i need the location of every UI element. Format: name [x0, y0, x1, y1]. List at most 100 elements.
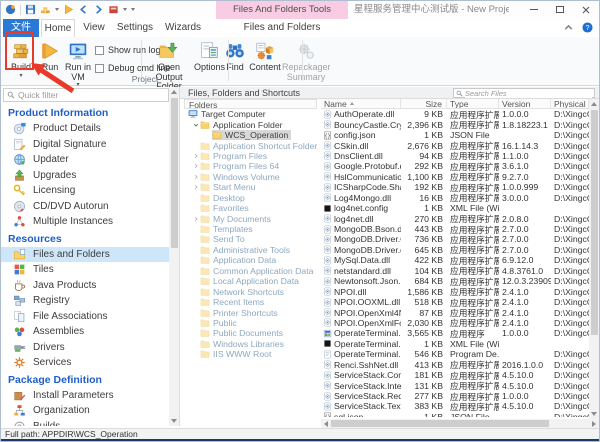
qat-customize-icon[interactable] [131, 8, 135, 11]
sidebar-item-registry[interactable]: Registry [1, 293, 169, 309]
scroll-down-icon[interactable] [589, 409, 599, 419]
maximize-button[interactable] [547, 1, 573, 18]
tree-item-favorites[interactable]: Favorites [184, 203, 317, 213]
tab-wizards[interactable]: Wizards [159, 19, 207, 37]
sidebar-item-organization[interactable]: Organization [1, 403, 169, 419]
column-header-type[interactable]: Type [447, 99, 499, 108]
files-scrollbar-vertical[interactable] [589, 99, 599, 419]
column-header-size[interactable]: Size [401, 99, 447, 108]
files-search-box[interactable] [453, 88, 595, 98]
sidebar-item-updater[interactable]: Updater [1, 152, 169, 168]
tree-item-public-documents[interactable]: Public Documents [184, 328, 317, 338]
content-button[interactable]: Content [248, 39, 282, 84]
sidebar-item-install-parameters[interactable]: Install Parameters [1, 388, 169, 404]
sidebar-item-java-products[interactable]: Java Products [1, 278, 169, 294]
sidebar-item-tiles[interactable]: Tiles [1, 262, 169, 278]
dropdown-icon[interactable] [55, 8, 59, 11]
scroll-right-icon[interactable] [589, 419, 599, 428]
sidebar-item-file-associations[interactable]: File Associations [1, 309, 169, 325]
tree-item-application-shortcut-folder[interactable]: Application Shortcut Folder [184, 140, 317, 150]
quick-access-toolbar [5, 4, 135, 15]
file-source-cell: D:\XingcOpe [551, 370, 589, 380]
tree-item-templates[interactable]: Templates [184, 224, 317, 234]
tree-item-start-menu[interactable]: Start Menu [184, 182, 317, 192]
column-header-version[interactable]: Version [499, 99, 551, 108]
sidebar-item-upgrades[interactable]: Upgrades [1, 168, 169, 184]
scroll-left-icon[interactable] [321, 419, 331, 428]
sidebar-item-drivers[interactable]: Drivers [1, 340, 169, 356]
sidebar-scrollbar[interactable] [169, 87, 179, 426]
tab-view[interactable]: View [77, 19, 111, 37]
folder-muted-icon [200, 308, 210, 318]
tree-item-recent-items[interactable]: Recent Items [184, 297, 317, 307]
sidebar-item-label: Tiles [33, 264, 54, 275]
chevron-collapsed-icon[interactable] [191, 174, 200, 180]
sidebar-item-builds[interactable]: Builds [1, 419, 169, 427]
dropdown-icon[interactable] [123, 8, 127, 11]
sidebar-item-product-details[interactable]: Product Details [1, 121, 169, 137]
sidebar-item-multiple-instances[interactable]: Multiple Instances [1, 214, 169, 230]
file-row-operateterminal-exe[interactable]: OperateTerminal.exe3,565 KB应用程序1.0.0.0D:… [321, 328, 589, 338]
tree-item-program-files-64[interactable]: Program Files 64 [184, 161, 317, 171]
find-button[interactable]: Find [223, 39, 247, 84]
tree-item-windows-libraries[interactable]: Windows Libraries [184, 339, 317, 349]
chevron-expanded-icon[interactable] [191, 122, 200, 128]
tree-item-windows-volume[interactable]: Windows Volume [184, 172, 317, 182]
column-header-name[interactable]: Name [321, 99, 401, 108]
tree-item-program-files[interactable]: Program Files [184, 151, 317, 161]
column-header-physical-sou[interactable]: Physical Sou [551, 99, 589, 108]
chevron-collapsed-icon[interactable] [191, 184, 200, 190]
sidebar-item-files-and-folders[interactable]: Files and Folders [1, 247, 169, 263]
file-row-bouncycastle-crypto[interactable]: BouncyCastle.Crypto...2,396 KB应用程序扩展1.8.… [321, 119, 589, 129]
chevron-collapsed-icon[interactable] [191, 216, 200, 222]
help-icon[interactable]: ? [582, 22, 593, 33]
file-row-log4mongo-dll[interactable]: Log4Mongo.dll16 KB应用程序扩展3.0.0.0D:\XingcO… [321, 193, 589, 203]
scroll-up-icon[interactable] [589, 99, 599, 109]
sidebar-item-cd-dvd-autorun[interactable]: CD/DVD Autorun [1, 199, 169, 215]
scrollbar-thumb[interactable] [331, 420, 549, 427]
tree-item-my-documents[interactable]: My Documents [184, 213, 317, 223]
tree-item-printer-shortcuts[interactable]: Printer Shortcuts [184, 307, 317, 317]
sidebar-item-licensing[interactable]: Licensing [1, 183, 169, 199]
scrollbar-thumb[interactable] [171, 98, 178, 248]
scroll-up-icon[interactable] [169, 87, 179, 97]
options-button[interactable]: Options [194, 39, 224, 84]
sidebar-item-assemblies[interactable]: Assemblies [1, 324, 169, 340]
collapse-ribbon-icon[interactable] [563, 22, 574, 33]
tree-item-iis-www-root[interactable]: IIS WWW Root [184, 349, 317, 359]
tree-item-application-folder[interactable]: Application Folder [184, 119, 317, 129]
minimize-button[interactable] [521, 1, 547, 18]
sidebar-item-services[interactable]: Services [1, 355, 169, 371]
tree-item-public[interactable]: Public [184, 318, 317, 328]
sidebar-item-digital-signature[interactable]: Digital Signature [1, 137, 169, 153]
tab-settings[interactable]: Settings [113, 19, 157, 37]
folder-muted-icon [200, 266, 210, 276]
scroll-down-icon[interactable] [169, 416, 179, 426]
tree-item-desktop[interactable]: Desktop [184, 193, 317, 203]
chevron-collapsed-icon[interactable] [191, 153, 200, 159]
sidebar-section-package-definition: Package Definition [1, 371, 169, 388]
files-search-input[interactable] [465, 89, 592, 98]
tab-home[interactable]: Home [41, 19, 75, 37]
close-button[interactable] [573, 1, 599, 18]
file-row-servicestack-text-dll[interactable]: ServiceStack.Text.dll383 KB应用程序扩展4.5.10.… [321, 401, 589, 411]
folders-column-header[interactable]: Folders [184, 99, 317, 109]
tree-item-application-data[interactable]: Application Data [184, 255, 317, 265]
tree-item-administrative-tools[interactable]: Administrative Tools [184, 245, 317, 255]
tree-item-wcs-operation[interactable]: WCS_Operation [184, 130, 317, 140]
tree-item-body: Public Documents [200, 328, 286, 338]
tree-item-target-computer[interactable]: Target Computer [184, 109, 317, 119]
tree-item-common-application-data[interactable]: Common Application Data [184, 266, 317, 276]
file-row-operateterminal-exe[interactable]: OperateTerminal.exe...1 KBXML File (Wi..… [321, 339, 589, 349]
tree-item-send-to[interactable]: Send To [184, 234, 317, 244]
svg-text:?: ? [585, 23, 589, 32]
minimize-icon [530, 9, 538, 10]
files-scrollbar-horizontal[interactable] [321, 419, 599, 428]
scrollbar-thumb[interactable] [591, 110, 598, 335]
file-row-sql-json[interactable]: {}sql.json1 KBJSON FileD:\XingcOpe [321, 412, 589, 417]
computer-icon [188, 109, 198, 119]
tab-files-and-folders[interactable]: Files and Folders [217, 19, 347, 37]
tree-item-local-application-data[interactable]: Local Application Data [184, 276, 317, 286]
chevron-collapsed-icon[interactable] [191, 163, 200, 169]
tree-item-network-shortcuts[interactable]: Network Shortcuts [184, 286, 317, 296]
